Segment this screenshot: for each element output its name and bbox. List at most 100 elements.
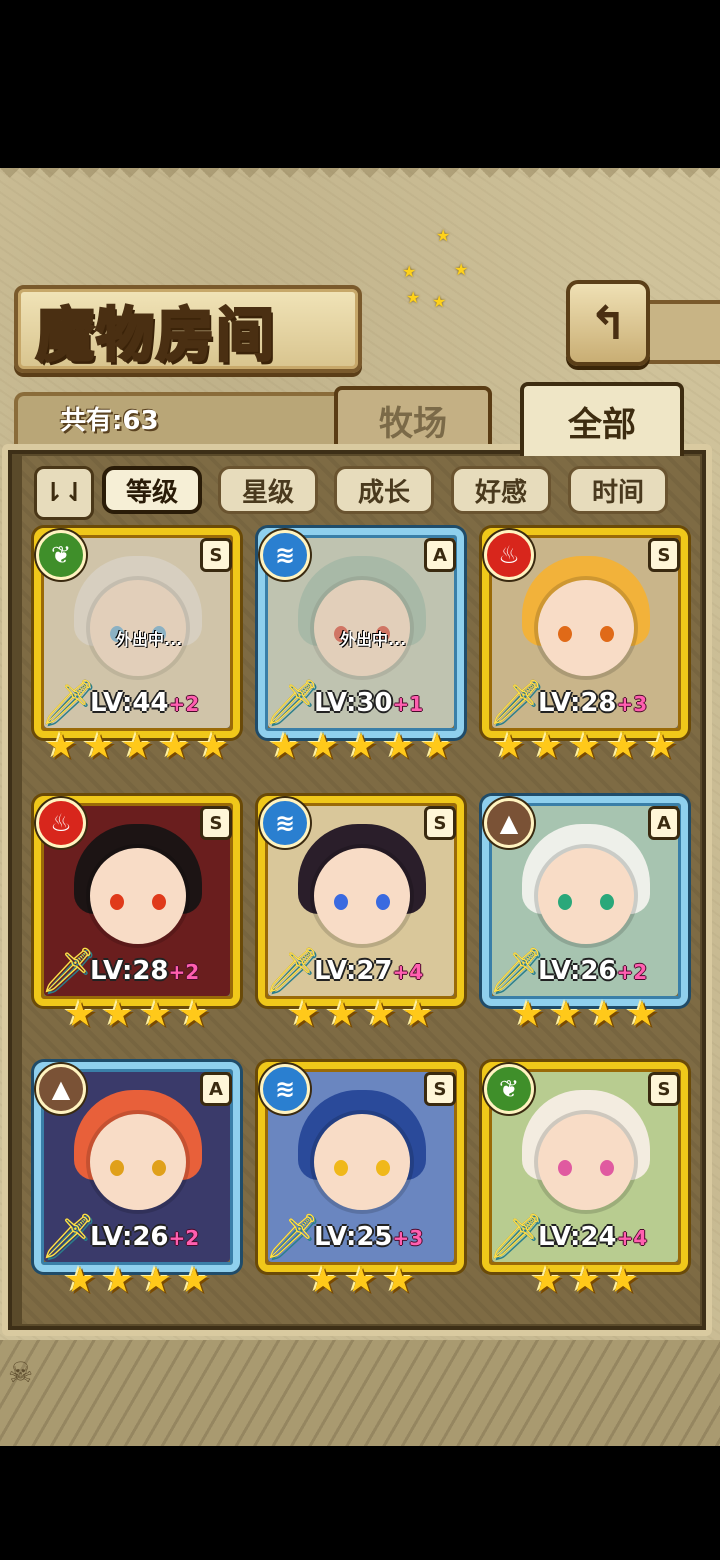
level-bonus: +2 <box>168 1226 200 1250</box>
return-arrow-icon: ↰ <box>588 296 628 350</box>
star-icon: ★ <box>587 994 621 1035</box>
level-bonus: +2 <box>168 692 200 716</box>
level-value: LV:24 <box>538 1222 617 1252</box>
sword-icon: 🗡 <box>488 945 544 996</box>
level-label: LV:28+3 <box>538 688 647 718</box>
sort-by-time-button[interactable]: 时间 <box>568 466 668 514</box>
level-bonus: +1 <box>392 692 424 716</box>
monster-eyes <box>334 894 390 910</box>
sort-by-stars-button[interactable]: 星级 <box>218 466 318 514</box>
monster-card[interactable]: ♨ S 🗡 LV:28+2 ★ ★ ★ ★ <box>34 796 240 1042</box>
star-icon: ★ <box>549 994 583 1035</box>
back-button[interactable]: ↰ <box>566 280 650 366</box>
star-icon: ★ <box>492 726 526 767</box>
monster-eyes <box>558 626 614 642</box>
sword-icon: 🗡 <box>40 1211 96 1262</box>
level-label: LV:30+1 <box>314 688 423 718</box>
star-icon: ★ <box>420 726 454 767</box>
level-label: LV:28+2 <box>90 956 199 986</box>
rank-badge: S <box>424 1072 456 1106</box>
star-icon: ★ <box>82 726 116 767</box>
sort-by-growth-button[interactable]: 成长 <box>334 466 434 514</box>
monster-card[interactable]: ❦ S 🗡 LV:24+4 ★ ★ ★ <box>482 1062 688 1308</box>
water-icon: ≋ <box>260 798 310 848</box>
monster-card[interactable]: ♨ S 🗡 LV:28+3 ★ ★ ★ ★ ★ <box>482 528 688 774</box>
sword-icon: 🗡 <box>40 677 96 728</box>
star-icon: ★ <box>344 726 378 767</box>
monster-card[interactable]: ▲ A 🗡 LV:26+2 ★ ★ ★ ★ <box>482 796 688 1042</box>
star-rating: ★ ★ ★ ★ <box>258 996 464 1038</box>
sword-icon: 🗡 <box>40 945 96 996</box>
level-label: LV:44+2 <box>90 688 199 718</box>
sword-icon: 🗡 <box>264 677 320 728</box>
monster-eyes <box>334 1160 390 1176</box>
level-label: LV:26+2 <box>538 956 647 986</box>
sort-order-toggle[interactable]: ⇂⇃ <box>34 466 94 520</box>
rank-badge: S <box>200 806 232 840</box>
sort-by-affection-button[interactable]: 好感 <box>451 466 551 514</box>
water-icon: ≋ <box>260 1064 310 1114</box>
monster-card[interactable]: 外出中... ❦ S 🗡 LV:44+2 ★ ★ ★ ★ ★ <box>34 528 240 774</box>
monster-eyes <box>110 1160 166 1176</box>
star-icon: ★ <box>325 994 359 1035</box>
star-icon: ★ <box>120 726 154 767</box>
sword-icon: 🗡 <box>488 677 544 728</box>
star-icon: ★ <box>101 994 135 1035</box>
monster-card[interactable]: ≋ S 🗡 LV:25+3 ★ ★ ★ <box>258 1062 464 1308</box>
rank-badge: A <box>648 806 680 840</box>
star-icon: ★ <box>382 726 416 767</box>
tab-all[interactable]: 全部 <box>520 382 684 456</box>
sword-icon: 🗡 <box>264 945 320 996</box>
star-ring-icon: ★ ★ ★ ★ ★ <box>402 226 469 311</box>
level-bonus: +4 <box>392 960 424 984</box>
level-value: LV:28 <box>90 956 169 986</box>
leaf-icon: ❦ <box>484 1064 534 1114</box>
rank-badge: S <box>424 806 456 840</box>
star-icon: ★ <box>382 1260 416 1301</box>
mountain-icon: ▲ <box>36 1064 86 1114</box>
star-rating: ★ ★ ★ ★ ★ <box>34 728 240 770</box>
star-icon: ★ <box>606 1260 640 1301</box>
star-rating: ★ ★ ★ <box>258 1262 464 1304</box>
star-icon: ★ <box>530 726 564 767</box>
star-icon: ★ <box>139 1260 173 1301</box>
star-icon: ★ <box>287 994 321 1035</box>
tab-ranch[interactable]: 牧场 <box>334 386 492 450</box>
level-value: LV:30 <box>314 688 393 718</box>
level-value: LV:44 <box>90 688 169 718</box>
star-rating: ★ ★ ★ ★ ★ <box>258 728 464 770</box>
sword-icon: 🗡 <box>488 1211 544 1262</box>
star-icon: ★ <box>606 726 640 767</box>
star-icon: ★ <box>644 726 678 767</box>
monster-card[interactable]: ≋ S 🗡 LV:27+4 ★ ★ ★ ★ <box>258 796 464 1042</box>
star-icon: ★ <box>568 1260 602 1301</box>
level-label: LV:27+4 <box>314 956 423 986</box>
star-icon: ★ <box>177 1260 211 1301</box>
star-icon: ★ <box>63 994 97 1035</box>
torn-paper-edge-top <box>0 168 720 186</box>
star-icon: ★ <box>568 726 602 767</box>
star-rating: ★ ★ ★ ★ ★ <box>482 728 688 770</box>
sword-icon: 🗡 <box>264 1211 320 1262</box>
star-icon: ★ <box>63 1260 97 1301</box>
star-rating: ★ ★ ★ ★ <box>34 1262 240 1304</box>
monster-card[interactable]: ▲ A 🗡 LV:26+2 ★ ★ ★ ★ <box>34 1062 240 1308</box>
star-icon: ★ <box>44 726 78 767</box>
star-icon: ★ <box>306 726 340 767</box>
sort-direction-icon: ⇂⇃ <box>42 478 86 508</box>
monster-count: 共有:63 <box>60 406 159 436</box>
rank-badge: S <box>200 538 232 572</box>
page-title: 魔物房间 <box>34 300 277 371</box>
star-icon: ★ <box>530 1260 564 1301</box>
monster-card[interactable]: 外出中... ≋ A 🗡 LV:30+1 ★ ★ ★ ★ ★ <box>258 528 464 774</box>
star-icon: ★ <box>363 994 397 1035</box>
level-bonus: +3 <box>616 692 648 716</box>
away-status-label: 外出中... <box>116 630 183 649</box>
level-bonus: +2 <box>168 960 200 984</box>
sort-by-level-button[interactable]: 等级 <box>102 466 202 514</box>
rank-badge: S <box>648 1072 680 1106</box>
star-icon: ★ <box>344 1260 378 1301</box>
rank-badge: A <box>424 538 456 572</box>
level-label: LV:24+4 <box>538 1222 647 1252</box>
star-icon: ★ <box>268 726 302 767</box>
